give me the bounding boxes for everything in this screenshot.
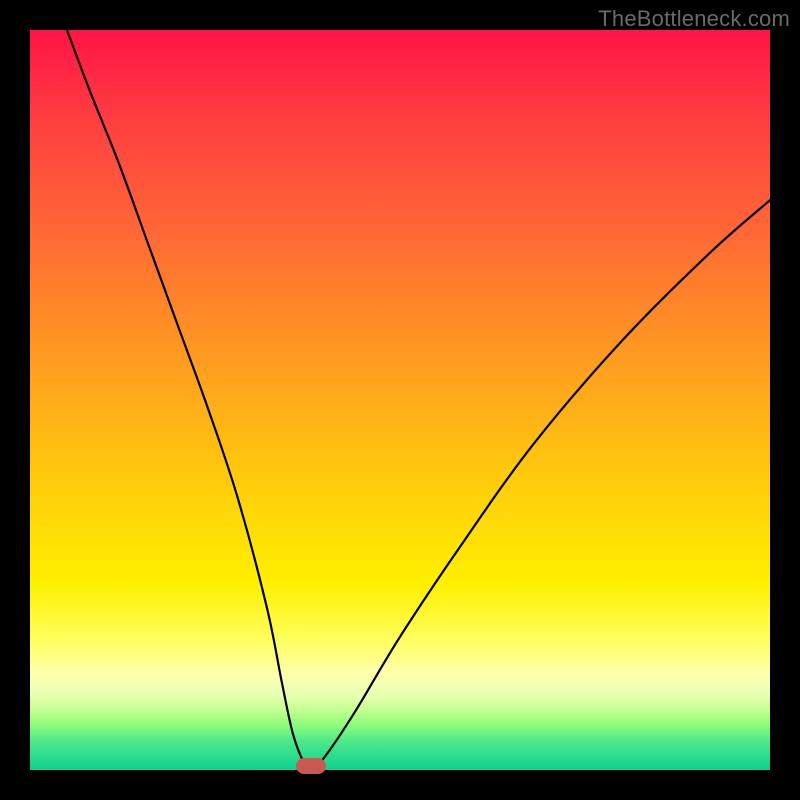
watermark-text: TheBottleneck.com bbox=[598, 6, 790, 32]
minimum-marker bbox=[296, 758, 326, 774]
chart-stage: TheBottleneck.com bbox=[0, 0, 800, 800]
bottleneck-curve-path bbox=[67, 30, 770, 770]
plot-area bbox=[30, 30, 770, 770]
curve-svg bbox=[30, 30, 770, 770]
